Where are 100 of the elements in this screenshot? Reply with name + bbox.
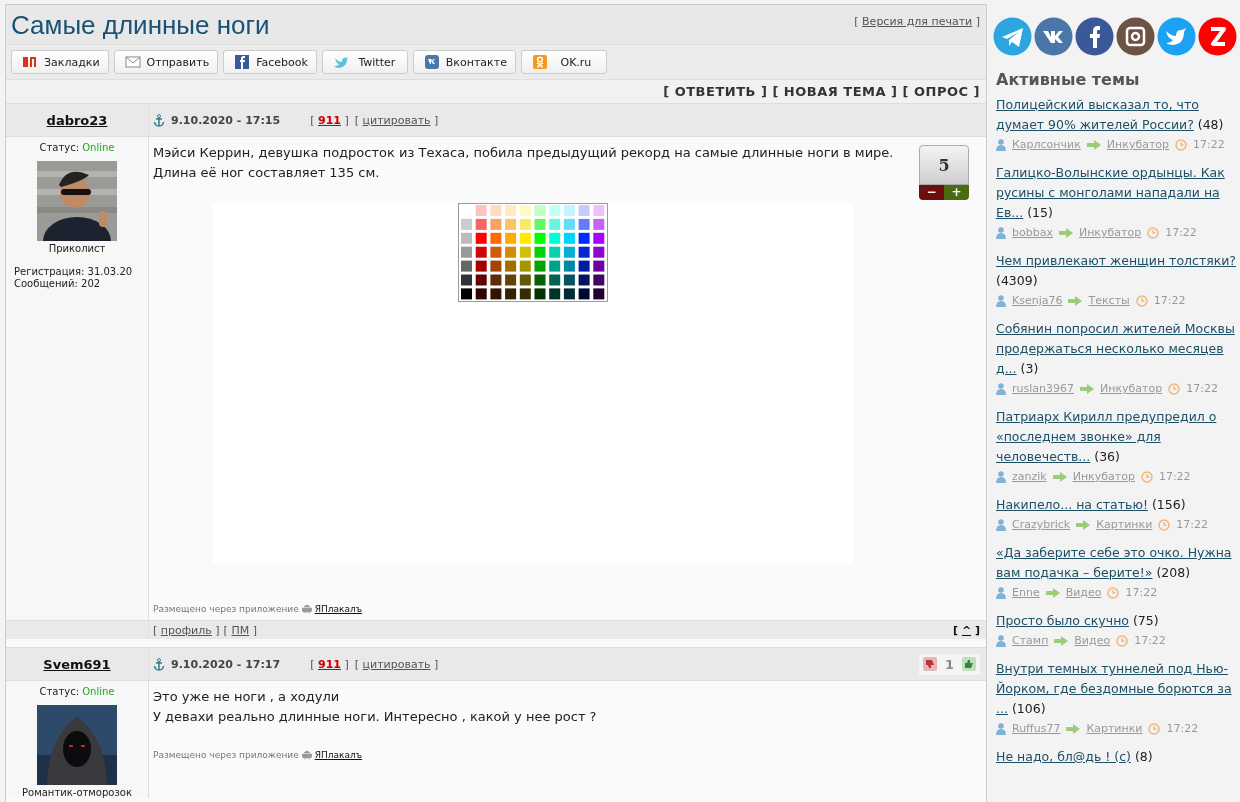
print-version-link[interactable]: [ Версия для печати ] bbox=[854, 15, 980, 28]
share-button[interactable]: Twitter bbox=[321, 50, 408, 74]
arrow-icon bbox=[1045, 588, 1060, 598]
pm-link[interactable]: [ ПМ ] bbox=[223, 623, 257, 637]
user-icon bbox=[996, 383, 1006, 395]
arrow-icon bbox=[1076, 520, 1091, 530]
arrow-icon bbox=[1080, 384, 1094, 394]
rating-count: 1 bbox=[944, 656, 954, 672]
post-text: У девахи реально длинные ноги. Интересно , какой у нее рост ? bbox=[153, 708, 597, 726]
topic-link[interactable]: Внутри темных туннелей под Нью-Йорком, где бездомные борются за ... (106) bbox=[996, 659, 1236, 719]
user-icon bbox=[996, 227, 1006, 239]
sidebar-heading: Активные темы bbox=[996, 70, 1141, 89]
anchor-icon[interactable] bbox=[153, 657, 165, 671]
scroll-top-link[interactable]: [ ^ ] bbox=[953, 623, 980, 637]
topic-link[interactable]: Накипело... на статью! (156) bbox=[996, 495, 1236, 515]
vk-icon bbox=[423, 54, 440, 70]
share-button[interactable]: Отправить bbox=[113, 50, 219, 74]
user-icon bbox=[996, 587, 1006, 599]
clock-icon bbox=[1147, 227, 1160, 239]
thumbs-up-icon[interactable] bbox=[962, 657, 976, 671]
arrow-icon bbox=[1086, 140, 1101, 150]
message-count: Сообщений: 202 bbox=[14, 278, 102, 290]
zigzag-icon[interactable] bbox=[1198, 17, 1237, 56]
topic-link[interactable]: Патриарх Кирилл предупредил о «последнем звонке» для человечеств... (36) bbox=[996, 407, 1236, 467]
post-text: Мэйси Керрин, девушка подросток из Техаса, побила предыдущий рекорд на самые длинные ноги в мире. bbox=[153, 144, 894, 162]
facebook-icon[interactable] bbox=[1075, 17, 1114, 56]
share-button[interactable]: Закладки bbox=[11, 50, 109, 74]
quote-link[interactable]: [ цитировать ] bbox=[354, 657, 439, 671]
user-rank: Романтик-отморозок bbox=[22, 787, 132, 798]
camera-icon[interactable] bbox=[1116, 17, 1155, 56]
vk-icon[interactable] bbox=[1034, 17, 1073, 56]
logo-icon bbox=[22, 54, 38, 70]
post-text: Длина её ног составляет 135 см. bbox=[153, 164, 380, 182]
envelope-icon bbox=[124, 54, 141, 70]
page-title: Самые длинные ноги bbox=[11, 10, 270, 41]
clock-icon bbox=[1148, 723, 1161, 735]
app-link[interactable]: ЯПлакалъ bbox=[314, 749, 363, 760]
post-number-link[interactable]: [ 911 ] bbox=[310, 657, 349, 671]
post-date: 9.10.2020 - 17:15 bbox=[171, 113, 281, 127]
post-text: Это уже не ноги , а ходули bbox=[153, 688, 340, 706]
topic-time: 17:22 bbox=[1134, 633, 1166, 649]
topic-link[interactable]: Полицейский высказал то, что думает 90% жителей России? (48) bbox=[996, 95, 1236, 135]
user-icon bbox=[996, 723, 1006, 735]
share-button[interactable]: Вконтакте bbox=[412, 50, 516, 74]
user-icon bbox=[996, 295, 1006, 307]
topic-link[interactable]: Просто было скучно (75) bbox=[996, 611, 1236, 631]
posted-via-text: Размещено через приложение bbox=[153, 603, 299, 614]
android-icon bbox=[301, 749, 312, 760]
vote-down-button[interactable]: − bbox=[919, 185, 944, 200]
topic-time: 17:22 bbox=[1186, 381, 1218, 397]
post-number-link[interactable]: [ 911 ] bbox=[310, 113, 349, 127]
app-link[interactable]: ЯПлакалъ bbox=[314, 603, 363, 614]
topic-time: 17:22 bbox=[1193, 137, 1225, 153]
topic-time: 17:22 bbox=[1125, 585, 1158, 601]
action-link[interactable]: [ ОПРОС ] bbox=[902, 84, 980, 99]
profile-link[interactable]: [ профиль ] bbox=[153, 623, 220, 637]
rating-score: 5 bbox=[919, 145, 969, 185]
topic-time: 17:22 bbox=[1158, 469, 1191, 485]
user-icon bbox=[996, 471, 1006, 483]
topic-link[interactable]: Не надо, бл@дь ! (с) (8) bbox=[996, 747, 1236, 767]
arrow-icon bbox=[1068, 296, 1083, 306]
arrow-icon bbox=[1066, 724, 1081, 734]
paper-plane-icon[interactable] bbox=[993, 17, 1032, 56]
thumbs-down-icon[interactable] bbox=[922, 657, 937, 671]
posted-via-text: Размещено через приложение bbox=[153, 749, 299, 760]
bird-icon bbox=[332, 54, 349, 70]
arrow-icon bbox=[1058, 228, 1073, 238]
arrow-icon bbox=[1052, 472, 1067, 482]
user-status: Статус: Online bbox=[39, 686, 115, 697]
clock-icon bbox=[1168, 383, 1181, 395]
user-icon bbox=[996, 139, 1006, 151]
topic-link[interactable]: Чем привлекают женщин толстяки? (4309) bbox=[996, 251, 1236, 291]
anchor-icon[interactable] bbox=[153, 113, 165, 127]
quote-link[interactable]: [ цитировать ] bbox=[354, 113, 439, 127]
topic-time: 17:22 bbox=[1166, 721, 1199, 737]
registration-date: Регистрация: 31.03.20 bbox=[14, 266, 133, 278]
clock-icon bbox=[1158, 519, 1171, 531]
action-link[interactable]: [ НОВАЯ ТЕМА ] bbox=[772, 84, 898, 99]
topic-link[interactable]: Галицко-Волынские ордынцы. Как русины с монголами нападали на Ев... (15) bbox=[996, 163, 1236, 223]
ok-icon bbox=[531, 54, 548, 70]
share-button[interactable]: OK.ru bbox=[520, 50, 607, 74]
vote-up-button[interactable]: + bbox=[944, 185, 969, 200]
clock-icon bbox=[1116, 635, 1129, 647]
clock-icon bbox=[1140, 471, 1153, 483]
clock-icon bbox=[1175, 139, 1188, 151]
user-status: Статус: Online bbox=[39, 142, 115, 153]
arrow-icon bbox=[1054, 636, 1069, 646]
action-link[interactable]: [ ОТВЕТИТЬ ] bbox=[663, 84, 768, 99]
topic-link[interactable]: Собянин попросил жителей Москвы продержаться несколько месяцев д... (3) bbox=[996, 319, 1236, 379]
post-date: 9.10.2020 - 17:17 bbox=[171, 657, 281, 671]
clock-icon bbox=[1135, 295, 1148, 307]
topic-time: 17:22 bbox=[1153, 293, 1186, 309]
user-rank: Приколист bbox=[48, 243, 106, 254]
user-icon bbox=[996, 635, 1006, 647]
facebook-icon bbox=[234, 54, 251, 70]
share-button[interactable]: Facebook bbox=[223, 50, 317, 74]
android-icon bbox=[301, 603, 312, 614]
topic-time: 17:22 bbox=[1165, 225, 1197, 241]
user-icon bbox=[996, 519, 1006, 531]
topic-link[interactable]: «Да заберите себе это очко. Нужна вам подачка – берите!» (208) bbox=[996, 543, 1236, 583]
